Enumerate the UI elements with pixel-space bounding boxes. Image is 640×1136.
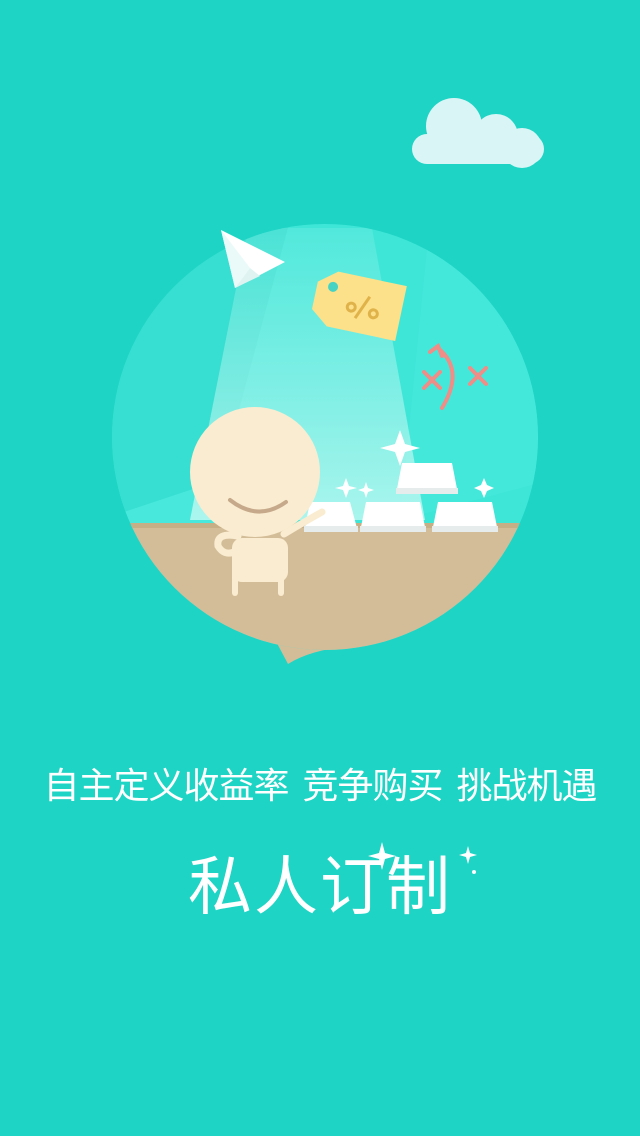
title-container: 私人订制 [0, 846, 640, 930]
intro-screen: 自主定义收益率 竞争购买 挑战机遇 私人订制 [0, 0, 640, 1136]
feature-custom-yield: 自主定义收益率 [43, 766, 289, 807]
cloud-icon [412, 98, 544, 168]
feature-challenge-opportunity: 挑战机遇 [456, 766, 598, 807]
ground [112, 525, 538, 650]
feature-subtitle: 自主定义收益率 竞争购买 挑战机遇 [0, 762, 640, 812]
title-sparkle-icon [368, 842, 477, 874]
feature-competitive-purchase: 竞争购买 [302, 766, 443, 807]
intro-illustration [112, 224, 538, 664]
